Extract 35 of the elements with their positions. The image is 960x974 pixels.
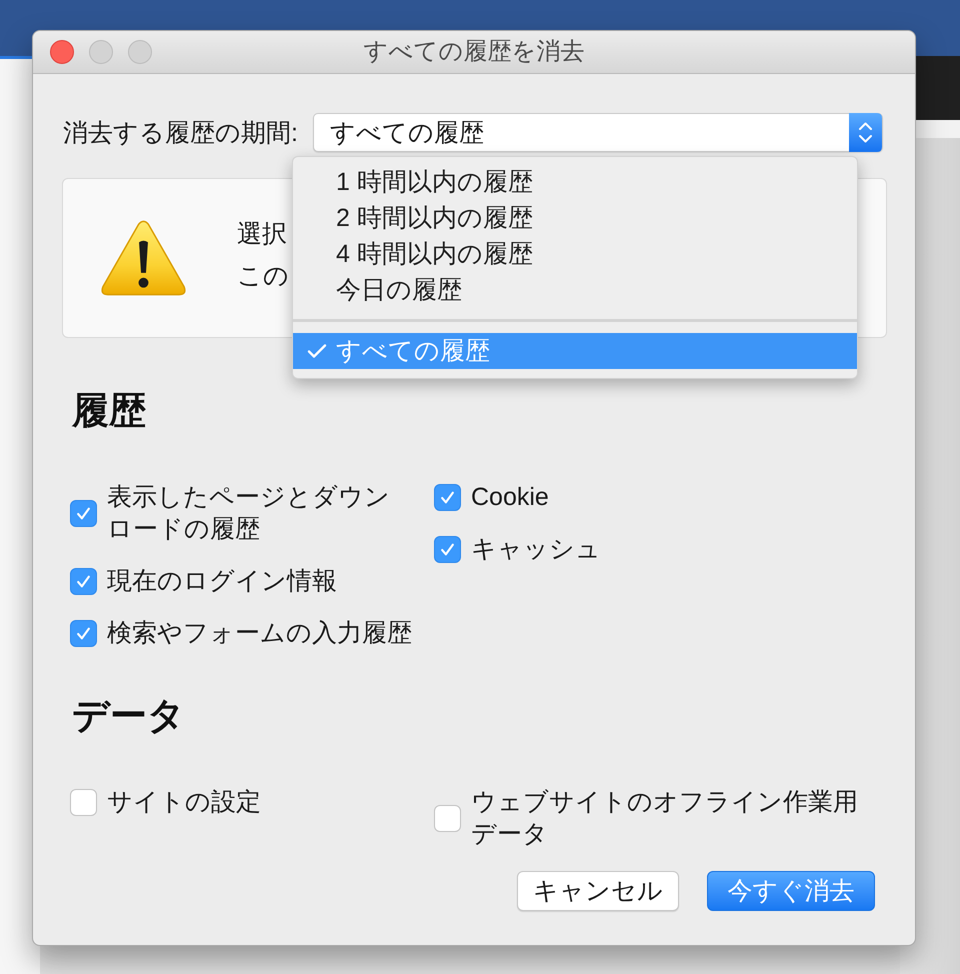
checkmark-icon [439, 488, 456, 506]
period-select[interactable]: すべての履歴 [312, 113, 883, 152]
checkbox[interactable] [434, 804, 461, 832]
checkmark-icon [439, 540, 456, 558]
checkmark-icon [75, 504, 92, 522]
checkbox-label: 表示したページとダウンロードの履歴 [107, 482, 391, 545]
checkmark-icon [75, 572, 92, 590]
checkmark-icon [75, 624, 92, 642]
warning-text: 選択 [237, 219, 288, 250]
period-label: 消去する履歴の期間: [63, 118, 298, 148]
close-button[interactable] [50, 40, 74, 64]
menu-item[interactable]: 今日の履歴 [293, 272, 857, 308]
checkbox-label: キャッシュ [471, 534, 601, 565]
checkbox[interactable] [70, 568, 97, 594]
checkbox-label: 検索やフォームの入力履歴 [107, 618, 412, 649]
checkbox[interactable] [434, 536, 461, 562]
checkbox[interactable] [434, 484, 461, 510]
window-title: すべての履歴を消去 [364, 37, 584, 67]
cancel-button[interactable]: キャンセル [517, 871, 679, 911]
checkbox-label: サイトの設定 [107, 787, 261, 818]
section-heading: データ [72, 694, 186, 738]
checkbox-label: 現在のログイン情報 [107, 566, 337, 597]
menu-item[interactable]: 2 時間以内の履歴 [293, 200, 857, 236]
menu-item[interactable]: 1 時間以内の履歴 [293, 164, 857, 200]
checkmark-icon [307, 343, 327, 359]
checkbox[interactable] [70, 620, 97, 646]
checkbox[interactable] [70, 788, 97, 816]
warning-text: この [237, 261, 289, 292]
section-heading: 履歴 [72, 389, 147, 433]
checkbox[interactable] [70, 500, 97, 526]
menu-item[interactable]: 4 時間以内の履歴 [293, 236, 857, 272]
warning-icon [100, 218, 187, 298]
checkbox-label: ウェブサイトのオフライン作業用データ [471, 787, 859, 850]
stepper-arrows-icon [849, 113, 882, 152]
checkbox-label: Cookie [471, 482, 549, 513]
